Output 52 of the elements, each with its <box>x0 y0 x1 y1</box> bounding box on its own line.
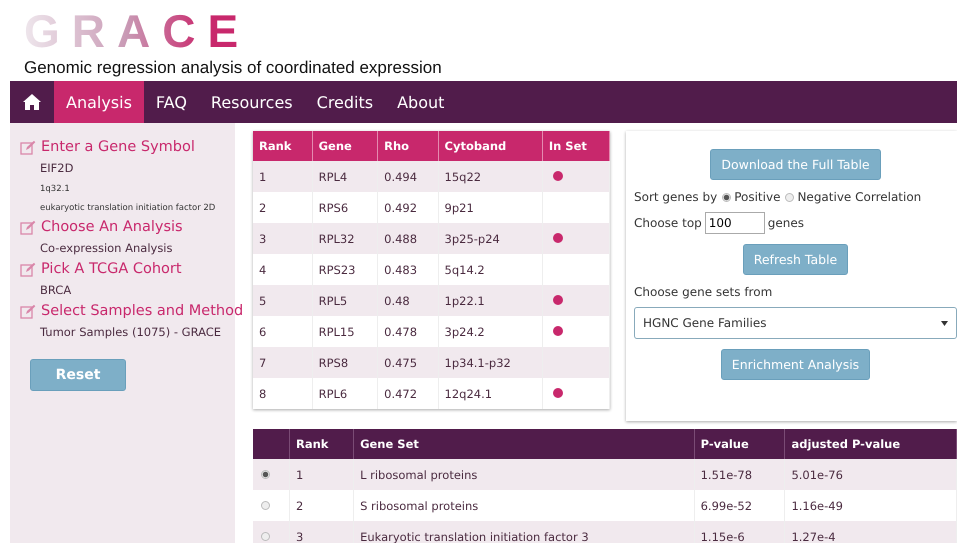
column-header: Cytoband <box>438 131 542 161</box>
column-header: adjusted P-value <box>784 429 956 459</box>
row-radio-button[interactable] <box>261 532 270 540</box>
edit-icon <box>20 220 36 234</box>
top-suffix: genes <box>768 216 804 230</box>
table-cell: 0.472 <box>378 378 438 409</box>
radio-label[interactable]: Negative Correlation <box>797 190 922 204</box>
nav-tab[interactable]: Analysis <box>54 81 144 123</box>
column-header: P-value <box>694 429 785 459</box>
edit-icon <box>20 304 36 318</box>
column-header: Gene Set <box>354 429 694 459</box>
table-cell: 12q24.1 <box>438 378 542 409</box>
site-subtitle: Genomic regression analysis of coordinated expression <box>24 58 442 78</box>
section-heading[interactable]: Enter a Gene Symbol <box>41 139 195 155</box>
section-value: Co-expression Analysis <box>40 241 172 255</box>
nav-tab[interactable]: FAQ <box>144 81 199 123</box>
sort-label: Sort genes by <box>634 190 718 204</box>
top-count-field[interactable]: 100 <box>704 212 765 234</box>
radio-label[interactable]: Positive <box>734 190 780 204</box>
section-value: Tumor Samples (1075) - GRACE <box>40 325 222 339</box>
edit-icon <box>20 140 36 154</box>
table-cell: 8 <box>253 378 312 409</box>
section-value: 1q32.1 <box>40 184 70 194</box>
table-cell: 1.27e-4 <box>784 521 956 543</box>
radio-button[interactable] <box>722 192 732 202</box>
section-heading[interactable]: Choose An Analysis <box>41 219 183 235</box>
nav-tab[interactable]: Resources <box>198 81 305 123</box>
section-value: eukaryotic translation initiation factor 2D <box>40 203 216 213</box>
table-cell: 3 <box>290 521 354 543</box>
row-radio-button[interactable] <box>261 470 270 478</box>
table-cell: 1.15e-6 <box>694 521 785 543</box>
row-radio-button[interactable] <box>261 500 270 510</box>
column-header: Rank <box>290 429 354 459</box>
gene-sets-dropdown[interactable]: HGNC Gene Families <box>634 307 957 339</box>
nav-tab[interactable]: Credits <box>304 81 386 123</box>
section-value: BRCA <box>40 283 72 297</box>
radio-button[interactable] <box>785 192 794 202</box>
section-heading[interactable]: Pick A TCGA Cohort <box>41 261 182 277</box>
column-header: Gene <box>312 131 378 161</box>
top-label: Choose top <box>634 216 702 230</box>
column-header: In Set <box>542 131 610 161</box>
home-icon <box>22 93 42 111</box>
section-heading[interactable]: Select Samples and Method <box>41 303 244 319</box>
section-value: EIF2D <box>40 161 74 175</box>
caret-icon <box>941 320 948 326</box>
column-header: Rho <box>378 131 438 161</box>
table-cell: RPL6 <box>312 378 378 409</box>
edit-icon <box>20 262 36 276</box>
nav-tab[interactable]: About <box>385 81 456 123</box>
column-header: Rank <box>253 131 312 161</box>
gene-sets-label: Choose gene sets from <box>634 285 774 299</box>
table-cell: Eukaryotic translation initiation factor 3 <box>354 521 694 543</box>
